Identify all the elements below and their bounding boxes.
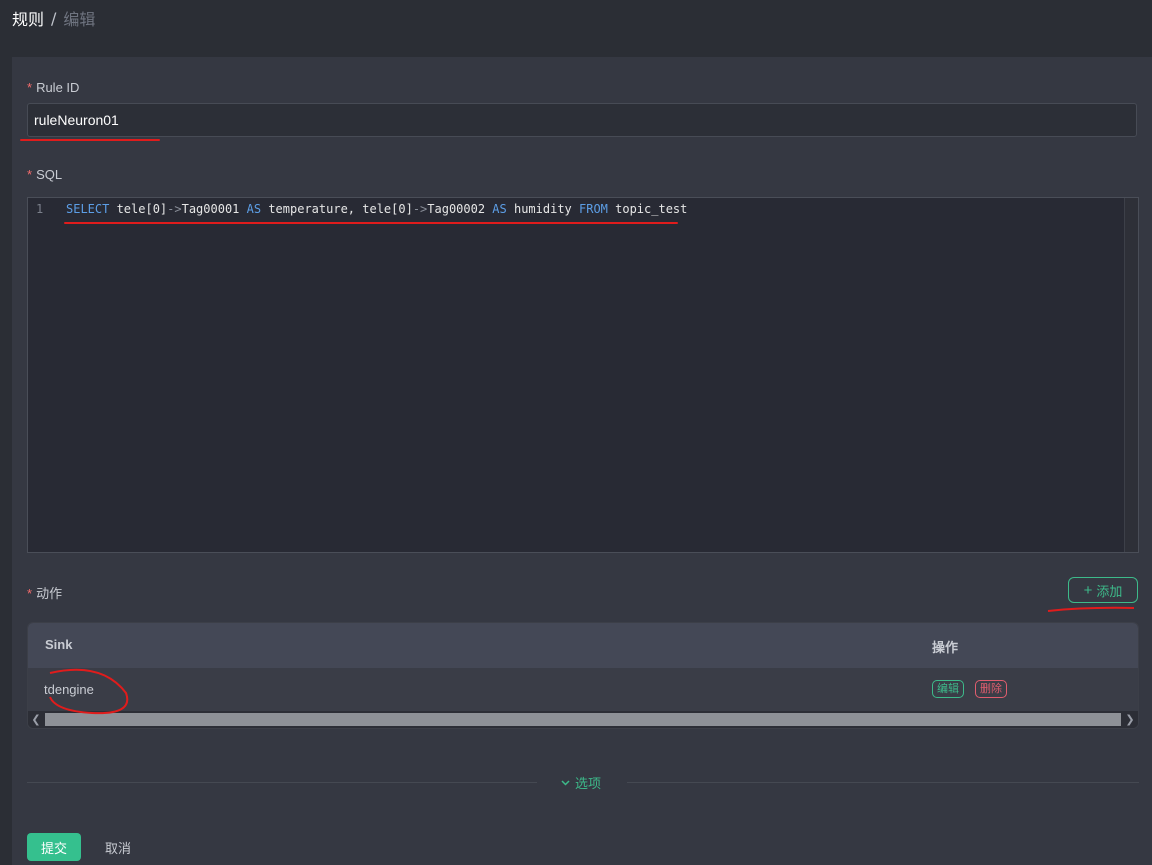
- cancel-button[interactable]: 取消: [98, 833, 138, 861]
- column-operation: 操作: [932, 640, 959, 655]
- rule-id-label: * Rule ID: [27, 80, 79, 95]
- submit-button[interactable]: 提交: [27, 833, 81, 861]
- options-divider: 选项: [27, 771, 1139, 793]
- required-mark: *: [27, 167, 33, 182]
- required-mark: *: [27, 80, 33, 95]
- column-sink: Sink: [45, 637, 73, 652]
- sql-code-line[interactable]: SELECT tele[0]->Tag00001 AS temperature,…: [66, 202, 687, 216]
- table-row: tdengine 编辑 删除: [28, 668, 1138, 711]
- editor-gutter: 1: [28, 198, 58, 552]
- rule-id-input[interactable]: ruleNeuron01: [27, 103, 1137, 137]
- line-number: 1: [36, 202, 44, 216]
- sql-text: topic_test: [607, 202, 688, 216]
- chevron-down-icon: [561, 780, 570, 786]
- actions-table: Sink 操作 tdengine 编辑 删除 ❮ ❯: [27, 622, 1139, 729]
- required-mark: *: [27, 586, 33, 601]
- options-label: 选项: [575, 777, 602, 792]
- actions-label-text: 动作: [36, 586, 63, 601]
- sql-text: Tag00002: [427, 202, 493, 216]
- delete-action-button[interactable]: 删除: [975, 680, 1007, 698]
- add-action-label: 添加: [1096, 583, 1123, 599]
- annotation-underline: [64, 222, 678, 224]
- breadcrumb-rules[interactable]: 规则: [12, 6, 44, 30]
- table-header: Sink 操作: [28, 623, 1138, 668]
- divider-line: [627, 782, 1139, 783]
- rule-edit-form: * Rule ID ruleNeuron01 * SQL 1 SELECT tele…: [12, 57, 1152, 865]
- sql-keyword: AS: [492, 202, 507, 216]
- divider-line: [27, 782, 537, 783]
- sql-operator: ->: [167, 202, 182, 216]
- sql-keyword: SELECT: [66, 202, 110, 216]
- annotation-circle: [49, 668, 129, 715]
- table-horizontal-scrollbar[interactable]: ❮ ❯: [28, 711, 1138, 728]
- options-toggle[interactable]: 选项: [560, 773, 601, 792]
- add-action-button[interactable]: + 添加: [1068, 577, 1138, 603]
- sql-keyword: AS: [246, 202, 262, 216]
- scrollbar-thumb[interactable]: [45, 713, 1121, 726]
- sql-label-text: SQL: [36, 167, 63, 182]
- sql-text: temperature, tele[0]: [261, 202, 413, 216]
- sql-editor[interactable]: 1 SELECT tele[0]->Tag00001 AS temperatur…: [27, 197, 1139, 553]
- sql-text: humidity: [506, 202, 579, 216]
- editor-scrollbar[interactable]: [1124, 198, 1138, 552]
- annotation-underline: [1047, 606, 1135, 612]
- sql-keyword: FROM: [579, 202, 608, 216]
- actions-label: * 动作: [27, 583, 62, 602]
- sql-text: tele[0]: [109, 202, 168, 216]
- breadcrumb-separator: /: [51, 8, 57, 28]
- edit-action-button[interactable]: 编辑: [932, 680, 964, 698]
- breadcrumb: 规则 / 编辑: [12, 6, 95, 30]
- sql-text: Tag00001: [181, 202, 247, 216]
- rule-id-label-text: Rule ID: [36, 80, 80, 95]
- sql-label: * SQL: [27, 167, 62, 182]
- chevron-right-icon[interactable]: ❯: [1122, 711, 1138, 728]
- sql-operator: ->: [412, 202, 428, 216]
- plus-icon: +: [1083, 581, 1093, 599]
- annotation-underline: [20, 139, 160, 141]
- breadcrumb-edit: 编辑: [63, 10, 96, 29]
